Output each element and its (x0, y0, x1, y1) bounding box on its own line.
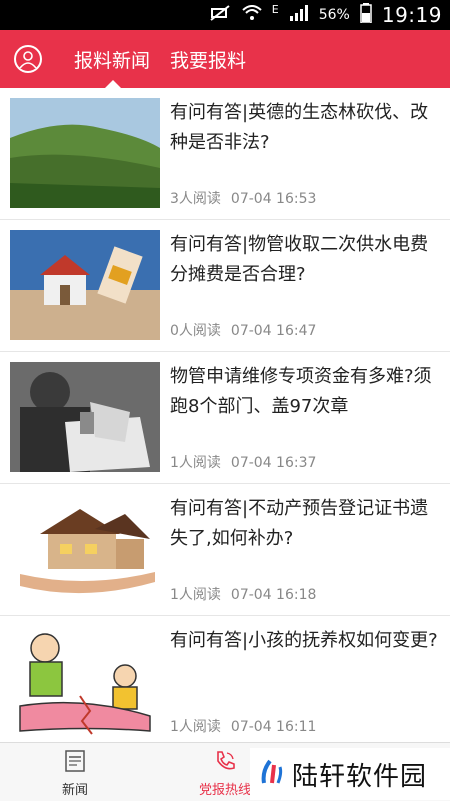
house-in-hands-photo (10, 230, 160, 340)
read-count: 1人阅读 (170, 719, 221, 735)
article-title: 有问有答|英德的生态林砍伐、改种是否非法? (170, 102, 429, 153)
nav-news[interactable]: 新闻 (30, 743, 120, 801)
article-title: 物管申请维修专项资金有多难?须跑8个部门、盖97次章 (170, 366, 432, 417)
article-list: 有问有答|英德的生态林砍伐、改种是否非法? 3人阅读 07-04 16:53 有问… (0, 88, 450, 742)
article-meta: 3人阅读 07-04 16:53 (170, 188, 316, 208)
watermark-text: 陆轩软件园 (292, 761, 428, 792)
list-item[interactable]: 有问有答|不动产预告登记证书遗失了,如何补办? 1人阅读 07-04 16:18 (0, 484, 450, 616)
publish-time: 07-04 16:18 (230, 587, 317, 603)
mute-icon (210, 5, 232, 25)
active-tab-indicator (105, 80, 121, 88)
phone-icon (213, 749, 237, 777)
app-header: 报料新闻 我要报料 (0, 30, 450, 88)
status-bar: E 56% 19:19 (0, 0, 450, 30)
battery-percent: 56% (318, 7, 350, 23)
article-title: 有问有答|小孩的抚养权如何变更? (170, 630, 438, 651)
list-item[interactable]: 有问有答|物管收取二次供水电费分摊费是否合理? 0人阅读 07-04 16:47 (0, 220, 450, 352)
tab-report-news[interactable]: 报料新闻 (74, 46, 150, 73)
watermark: 陆轩软件园 (250, 748, 450, 800)
publish-time: 07-04 16:53 (230, 191, 317, 207)
article-meta: 0人阅读 07-04 16:47 (170, 320, 316, 340)
article-meta: 1人阅读 07-04 16:18 (170, 584, 316, 604)
list-item[interactable]: 有问有答|小孩的抚养权如何变更? 1人阅读 07-04 16:11 (0, 616, 450, 742)
read-count: 0人阅读 (170, 323, 221, 339)
signal-icon (289, 5, 309, 25)
status-icons: E 56% 19:19 (210, 0, 442, 30)
wifi-icon (242, 5, 262, 25)
stamping-documents-photo (10, 362, 160, 472)
read-count: 1人阅读 (170, 587, 221, 603)
watermark-logo-icon (260, 759, 284, 789)
article-title: 有问有答|物管收取二次供水电费分摊费是否合理? (170, 234, 429, 285)
forest-hillside-photo (10, 98, 160, 208)
article-meta: 1人阅读 07-04 16:11 (170, 716, 316, 736)
list-item[interactable]: 有问有答|英德的生态林砍伐、改种是否非法? 3人阅读 07-04 16:53 (0, 88, 450, 220)
tab-submit-report[interactable]: 我要报料 (170, 46, 246, 73)
publish-time: 07-04 16:47 (230, 323, 317, 339)
article-title: 有问有答|不动产预告登记证书遗失了,如何补办? (170, 498, 429, 549)
battery-icon (360, 3, 372, 27)
publish-time: 07-04 16:37 (230, 455, 317, 471)
news-icon (63, 749, 87, 777)
read-count: 3人阅读 (170, 191, 221, 207)
list-item[interactable]: 物管申请维修专项资金有多难?须跑8个部门、盖97次章 1人阅读 07-04 16:… (0, 352, 450, 484)
read-count: 1人阅读 (170, 455, 221, 471)
nav-news-label: 新闻 (61, 783, 88, 798)
article-meta: 1人阅读 07-04 16:37 (170, 452, 316, 472)
publish-time: 07-04 16:11 (230, 719, 317, 735)
clock: 19:19 (381, 3, 442, 27)
network-type: E (271, 2, 279, 16)
custody-cartoon (10, 626, 160, 736)
profile-icon[interactable] (14, 45, 42, 73)
house-model-on-hand-photo (10, 494, 160, 604)
